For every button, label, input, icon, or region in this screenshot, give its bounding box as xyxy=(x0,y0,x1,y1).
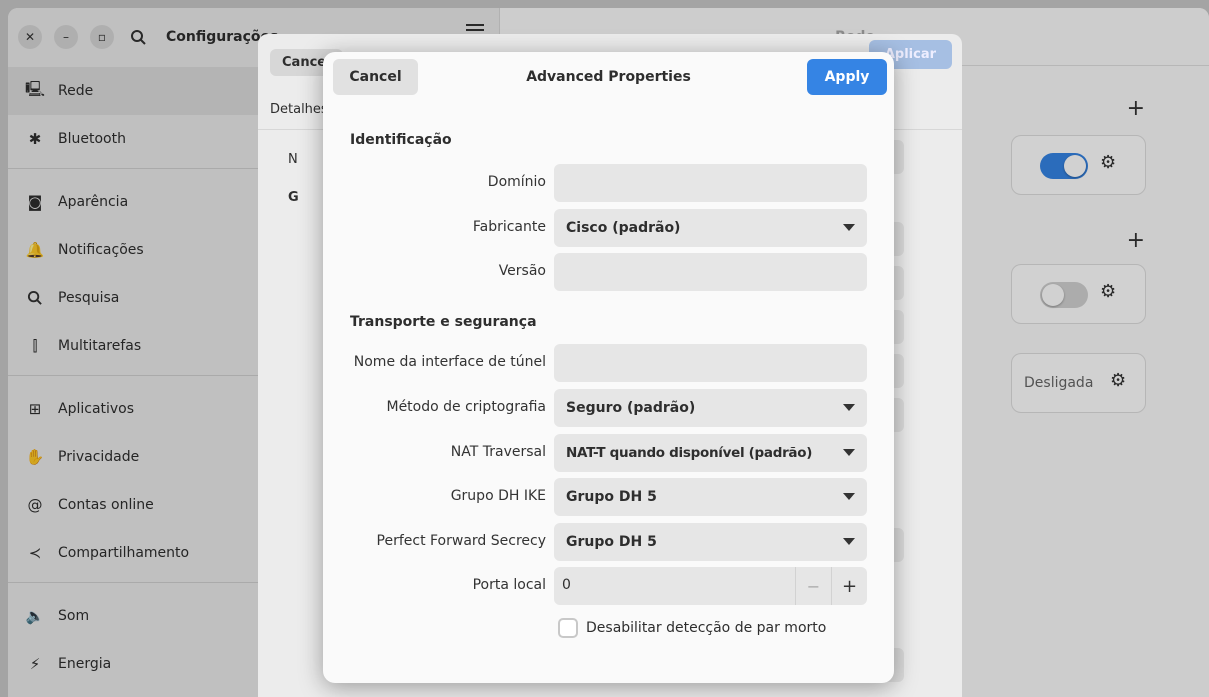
dh-value: Grupo DH 5 xyxy=(566,489,657,505)
version-row: Versão xyxy=(323,253,894,291)
dpd-row[interactable]: Desabilitar detecção de par morto xyxy=(558,618,826,638)
version-input[interactable] xyxy=(554,253,867,291)
crypto-value: Seguro (padrão) xyxy=(566,400,696,416)
dialog-header: Cancel Advanced Properties Apply xyxy=(323,52,894,106)
domain-input[interactable] xyxy=(554,164,867,202)
vendor-dropdown[interactable]: Cisco (padrão) xyxy=(554,209,867,247)
port-decrement-button[interactable]: − xyxy=(795,567,831,605)
chevron-down-icon xyxy=(843,538,855,545)
section-identification: Identificação xyxy=(350,132,452,148)
tab-details[interactable]: Detalhes xyxy=(270,102,328,117)
nat-label: NAT Traversal xyxy=(450,444,546,460)
pfs-dropdown[interactable]: Grupo DH 5 xyxy=(554,523,867,561)
vendor-label: Fabricante xyxy=(472,219,546,235)
tunnel-input[interactable] xyxy=(554,344,867,382)
version-label: Versão xyxy=(498,263,546,279)
port-row: Porta local 0 − + xyxy=(323,567,894,605)
port-value[interactable]: 0 xyxy=(562,577,571,593)
nat-row: NAT Traversal NAT-T quando disponível (p… xyxy=(323,434,894,472)
dpd-label: Desabilitar detecção de par morto xyxy=(586,620,827,636)
crypto-row: Método de criptografia Seguro (padrão) xyxy=(323,389,894,427)
nat-value: NAT-T quando disponível (padrão) xyxy=(566,445,813,461)
vpn-field-label: N xyxy=(288,152,298,167)
domain-label: Domínio xyxy=(487,174,546,190)
advanced-properties-dialog: Cancel Advanced Properties Apply Identif… xyxy=(323,52,894,683)
chevron-down-icon xyxy=(843,493,855,500)
vendor-value: Cisco (padrão) xyxy=(566,220,681,236)
dh-label: Grupo DH IKE xyxy=(450,488,546,504)
chevron-down-icon xyxy=(843,449,855,456)
crypto-label: Método de criptografia xyxy=(386,399,546,415)
pfs-row: Perfect Forward Secrecy Grupo DH 5 xyxy=(323,523,894,561)
tunnel-row: Nome da interface de túnel xyxy=(323,344,894,382)
domain-row: Domínio xyxy=(323,164,894,202)
tunnel-label: Nome da interface de túnel xyxy=(353,354,546,370)
chevron-down-icon xyxy=(843,224,855,231)
pfs-value: Grupo DH 5 xyxy=(566,534,657,550)
vpn-section-label: G xyxy=(288,190,299,205)
dh-row: Grupo DH IKE Grupo DH 5 xyxy=(323,478,894,516)
port-label: Porta local xyxy=(472,577,546,593)
section-transport: Transporte e segurança xyxy=(350,314,537,330)
nat-dropdown[interactable]: NAT-T quando disponível (padrão) xyxy=(554,434,867,472)
minus-icon: − xyxy=(806,576,821,596)
vendor-row: Fabricante Cisco (padrão) xyxy=(323,209,894,247)
apply-button[interactable]: Apply xyxy=(807,59,887,95)
port-spinbutton[interactable]: 0 − + xyxy=(554,567,867,605)
plus-icon: + xyxy=(841,575,858,597)
dpd-checkbox[interactable] xyxy=(558,618,578,638)
crypto-dropdown[interactable]: Seguro (padrão) xyxy=(554,389,867,427)
chevron-down-icon xyxy=(843,404,855,411)
pfs-label: Perfect Forward Secrecy xyxy=(376,533,546,549)
dh-dropdown[interactable]: Grupo DH 5 xyxy=(554,478,867,516)
port-increment-button[interactable]: + xyxy=(831,567,867,605)
